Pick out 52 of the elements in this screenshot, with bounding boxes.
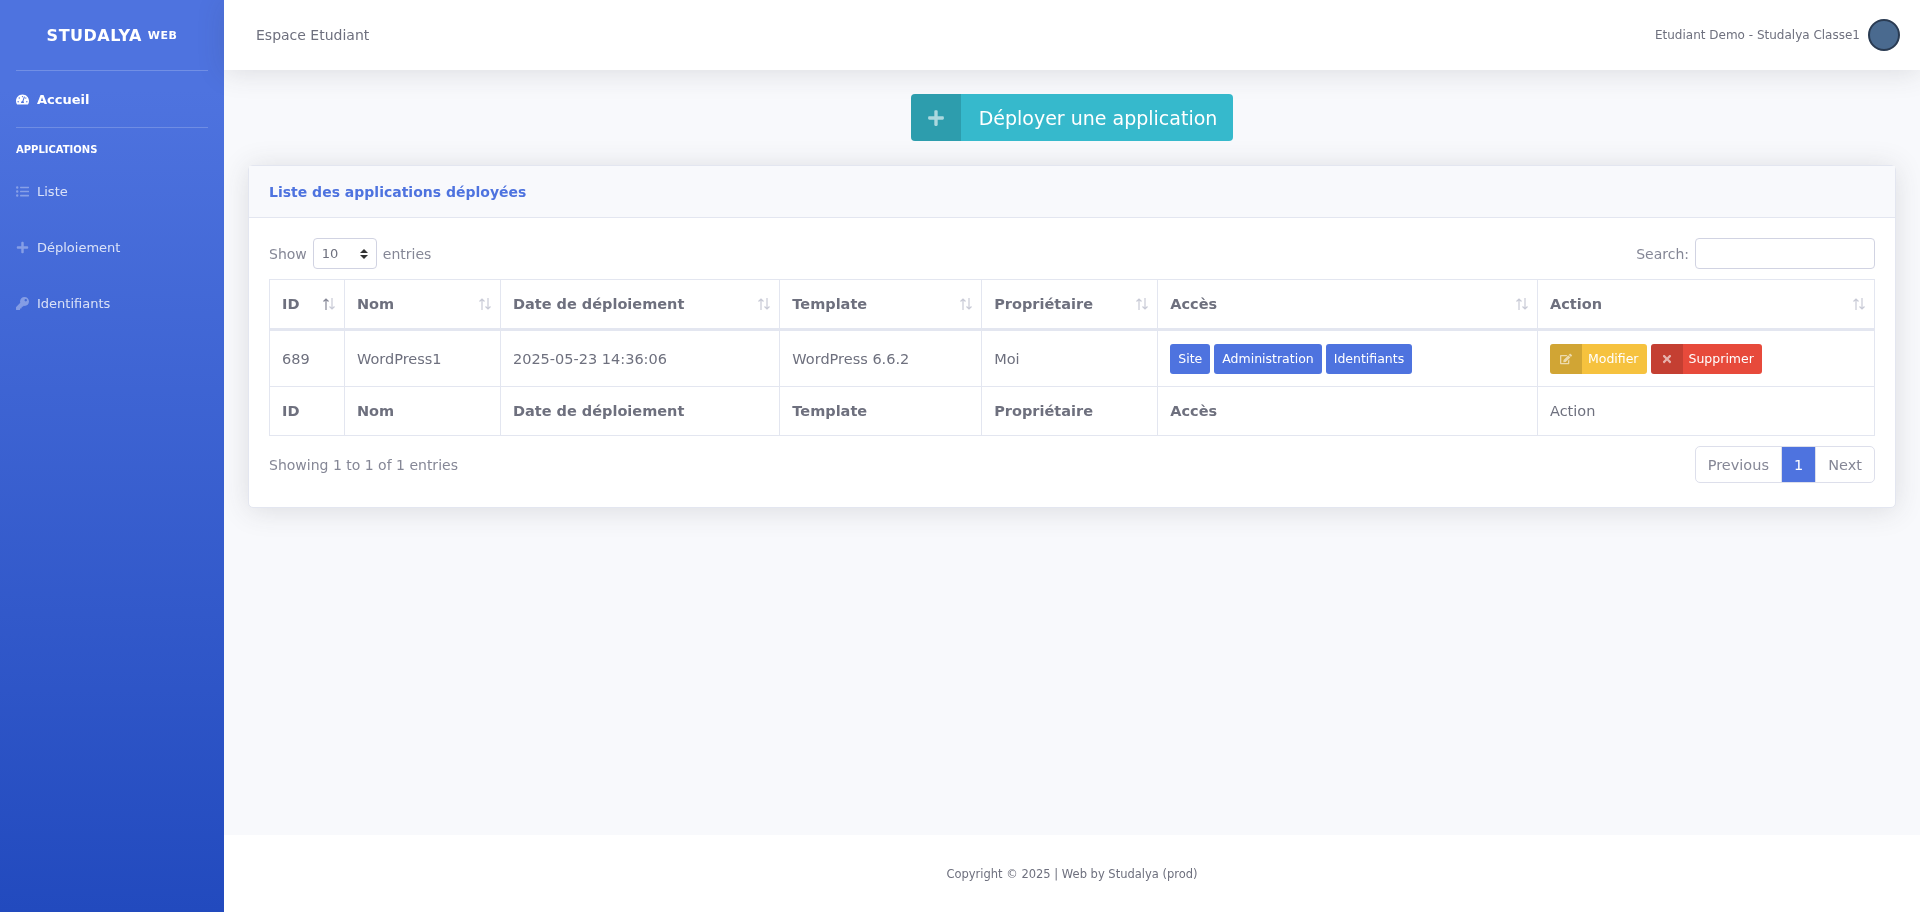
- sidebar-item[interactable]: Déploiement: [16, 219, 208, 275]
- access-button[interactable]: Administration: [1214, 343, 1322, 374]
- sidebar-heading: APPLICATIONS: [16, 143, 99, 157]
- plus-icon: [926, 108, 945, 127]
- search-label: Search:: [1636, 245, 1689, 262]
- user-name[interactable]: Etudiant Demo - Studalya Classe1: [1654, 28, 1860, 42]
- column-footer: Action: [1537, 386, 1875, 436]
- avatar[interactable]: [1868, 19, 1900, 51]
- sidebar-item[interactable]: Identifiants: [16, 275, 208, 331]
- table-cell: 689: [269, 329, 345, 387]
- access-button[interactable]: Identifiants: [1325, 343, 1413, 374]
- column-footer: Template: [779, 386, 982, 436]
- copyright-text: Copyright © 2025 | Web by Studalya (prod): [946, 866, 1198, 881]
- sidebar-item[interactable]: Liste: [16, 163, 208, 219]
- column-footer: ID: [269, 386, 345, 436]
- plus-icon: [16, 240, 29, 254]
- column-header[interactable]: Date de déploiement: [500, 279, 780, 330]
- column-header[interactable]: Propriétaire: [981, 279, 1158, 330]
- column-footer: Date de déploiement: [500, 386, 780, 436]
- key-icon: [16, 296, 29, 310]
- deploy-button[interactable]: Déployer une application: [910, 94, 1234, 141]
- entries-label: entries: [382, 245, 432, 262]
- page-title: Espace Etudiant: [256, 27, 370, 43]
- table-cell: Moi: [981, 329, 1158, 387]
- table-cell: WordPress1: [344, 329, 501, 387]
- column-header[interactable]: Nom: [344, 279, 501, 330]
- gauge-icon: [16, 92, 29, 106]
- sidebar-item[interactable]: Accueil: [16, 71, 208, 127]
- caret-icon: [359, 247, 368, 260]
- column-footer: Nom: [344, 386, 501, 436]
- edit-icon: [1559, 352, 1572, 365]
- brand-logo[interactable]: STUDALYA $^{WEB}$: [16, 0, 208, 70]
- access-button[interactable]: Site: [1170, 343, 1211, 374]
- column-header[interactable]: Accès: [1157, 279, 1538, 330]
- show-label: Show: [269, 245, 307, 262]
- close-icon: [1660, 352, 1673, 365]
- column-footer: Accès: [1157, 386, 1538, 436]
- card-title: Liste des applications déployées: [269, 183, 527, 200]
- delete-button[interactable]: Supprimer: [1650, 343, 1762, 374]
- page-button[interactable]: Next: [1815, 446, 1875, 483]
- search-field[interactable]: [1695, 238, 1875, 269]
- column-header[interactable]: ID: [269, 279, 345, 330]
- page-button[interactable]: 1: [1781, 446, 1817, 483]
- page-button[interactable]: Previous: [1694, 446, 1782, 483]
- column-header[interactable]: Action: [1537, 279, 1875, 330]
- column-header[interactable]: Template: [779, 279, 982, 330]
- table-info: Showing 1 to 1 of 1 entries: [269, 456, 458, 473]
- table-cell: 2025-05-23 14:36:06: [500, 329, 780, 387]
- list-icon: [16, 184, 29, 198]
- page-size-select[interactable]: 10: [312, 238, 377, 269]
- column-footer: Propriétaire: [981, 386, 1158, 436]
- table-cell: WordPress 6.6.2: [779, 329, 982, 387]
